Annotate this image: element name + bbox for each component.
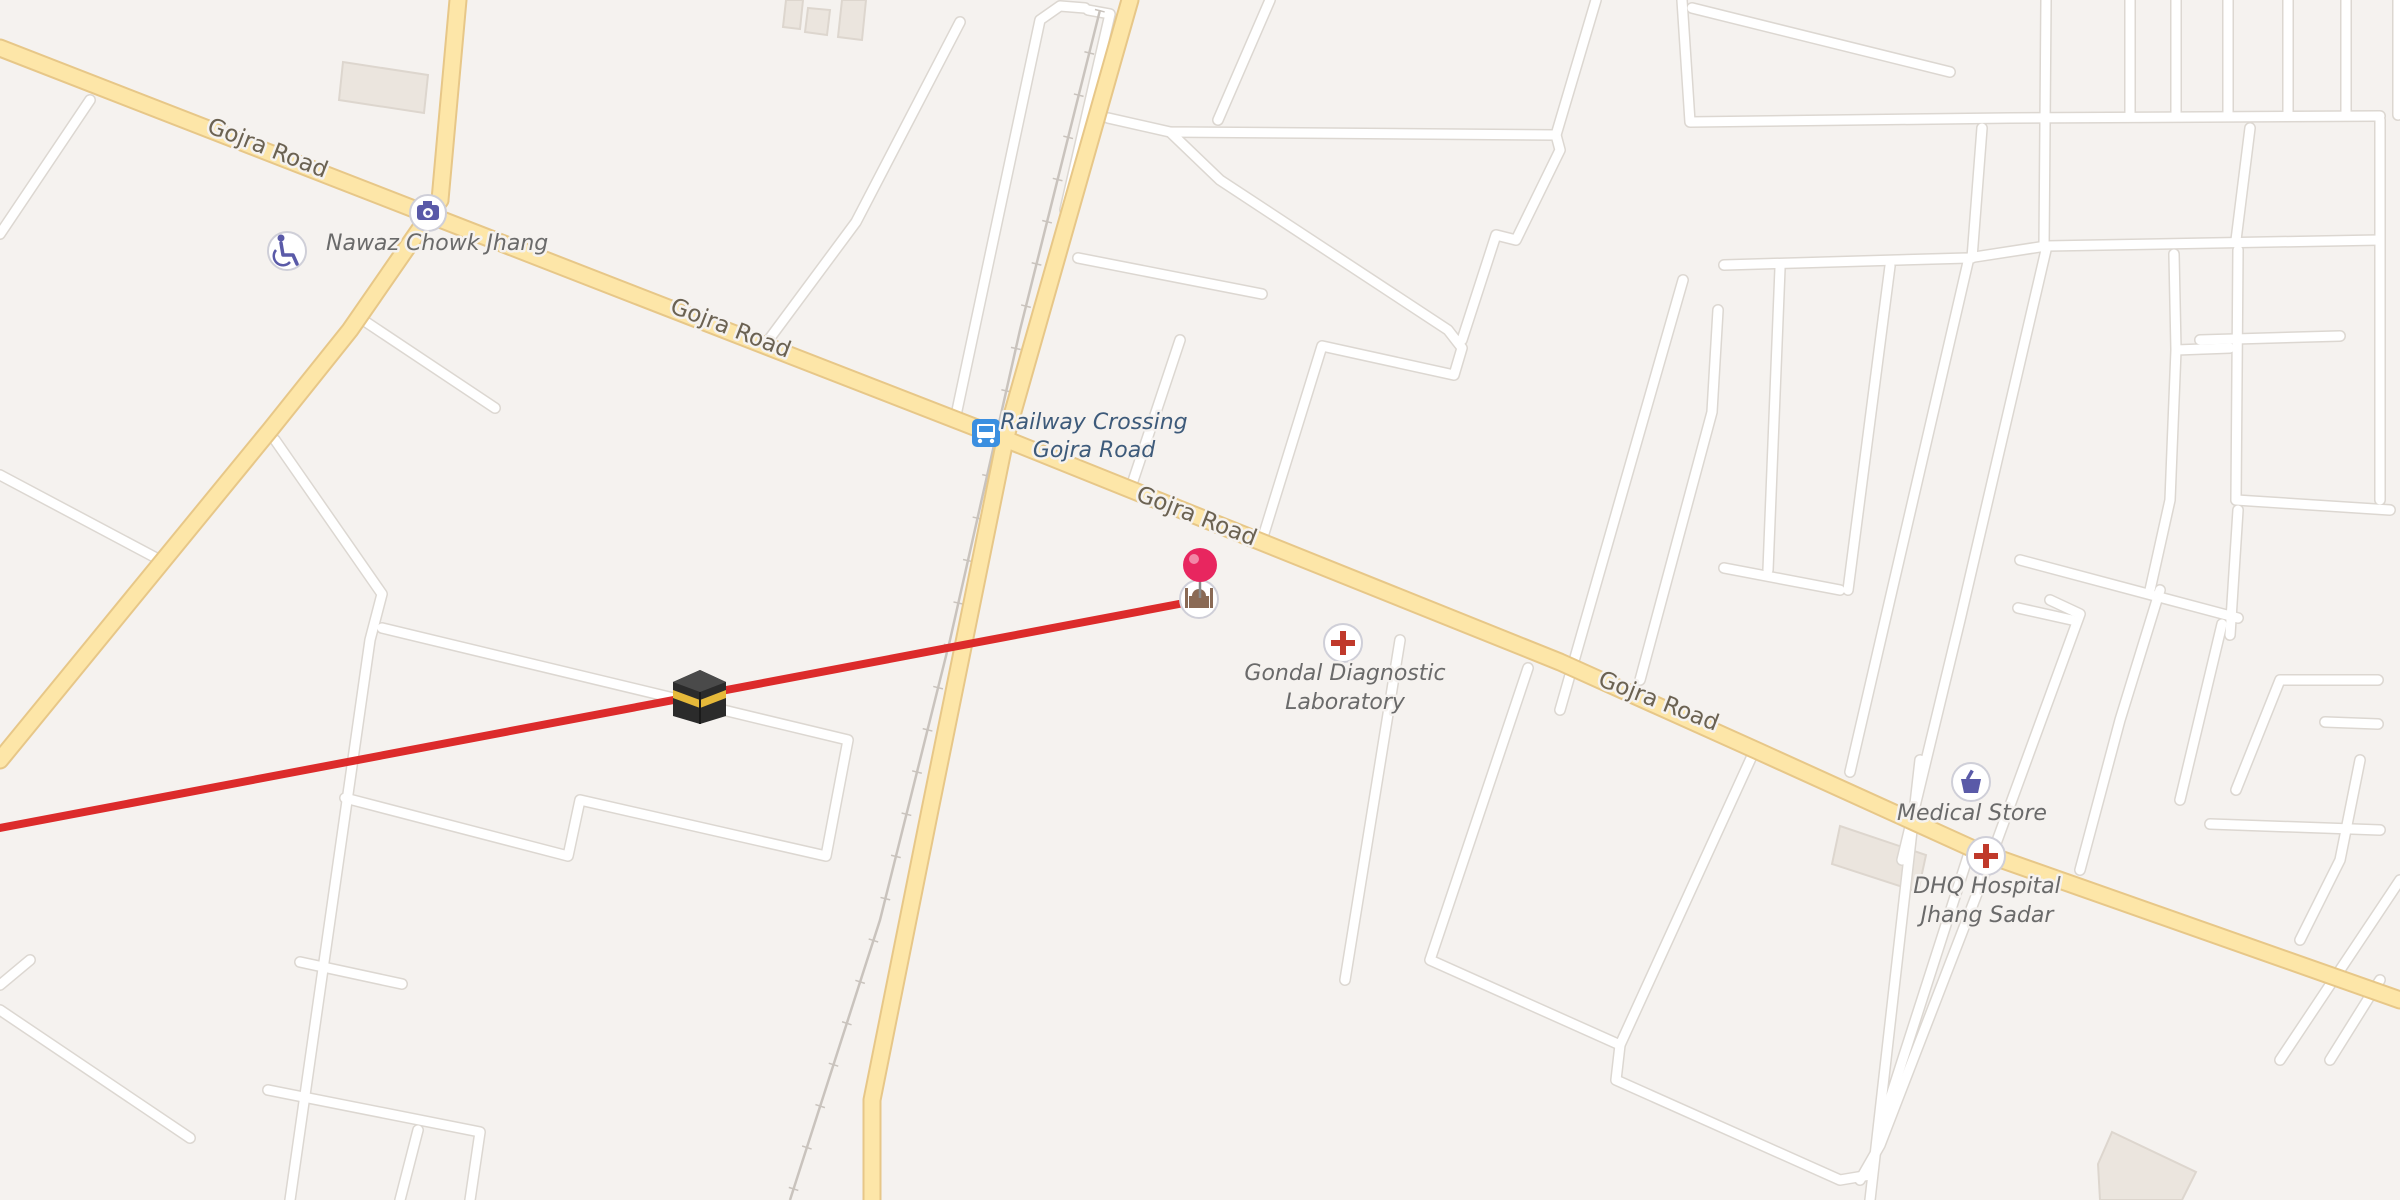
medical-cross-icon — [1966, 836, 2006, 876]
qibla-direction-line — [0, 596, 1204, 832]
poi-label-gondal-line1: Gondal Diagnostic — [1244, 661, 1445, 686]
poi-label-railway-crossing-line2: Gojra Road — [1033, 438, 1156, 463]
pharmacy-icon — [1951, 762, 1991, 802]
poi-gondal-lab[interactable]: Gondal Diagnostic Laboratory — [1242, 623, 1448, 718]
wheelchair-icon — [267, 231, 307, 271]
poi-dhq-hospital[interactable]: DHQ Hospital Jhang Sadar — [1911, 836, 2063, 931]
road-label-gojra-3: Gojra Road — [1133, 481, 1261, 551]
kaaba-marker[interactable] — [673, 670, 726, 724]
map-layers: Gojra Road Gojra Road Gojra Road Gojra R… — [0, 0, 2400, 1200]
railway-line — [785, 8, 1105, 1200]
poi-label-medical-store: Medical Store — [1897, 801, 2047, 826]
location-pin-icon — [1183, 548, 1217, 582]
poi-wheelchair[interactable] — [267, 231, 307, 271]
poi-label-railway-crossing-line1: Railway Crossing — [1000, 410, 1187, 435]
medical-cross-icon — [1323, 623, 1363, 663]
kaaba-icon — [673, 670, 726, 724]
road-label-gojra-1: Gojra Road — [204, 113, 332, 183]
camera-icon — [409, 194, 447, 232]
poi-label-dhq-line1: DHQ Hospital — [1913, 874, 2061, 899]
poi-label-nawaz-chowk: Nawaz Chowk Jhang — [326, 231, 548, 256]
poi-label-dhq-line2: Jhang Sadar — [1917, 903, 2056, 928]
road-label-gojra-4: Gojra Road — [1595, 666, 1723, 736]
poi-nawaz-chowk[interactable]: Nawaz Chowk Jhang — [324, 194, 551, 259]
poi-label-gondal-line2: Laboratory — [1285, 690, 1406, 715]
map-canvas[interactable]: Gojra Road Gojra Road Gojra Road Gojra R… — [0, 0, 2400, 1200]
bus-stop-icon — [972, 419, 1000, 447]
